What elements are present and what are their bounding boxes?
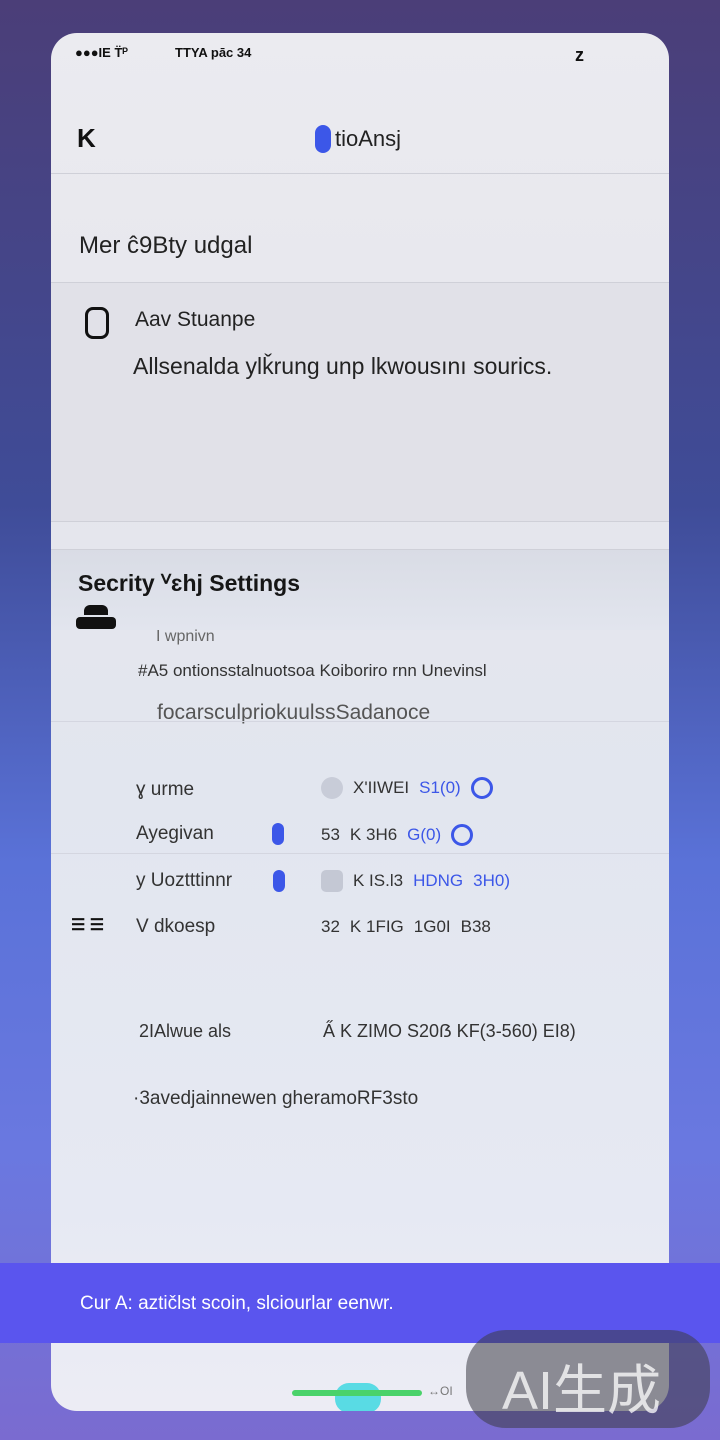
status-bar: ●●●IE T̈ᴾ TTYA pāc 34 z: [51, 33, 669, 73]
app-icon: [321, 870, 343, 892]
section-header-label: Mer ĉ9Βty udgal: [79, 232, 253, 259]
permission-value: 32: [321, 917, 340, 936]
page-title: tioAnsj: [315, 125, 401, 153]
toggle-dot-icon[interactable]: [273, 870, 285, 892]
zero-icon: [85, 307, 109, 339]
navigation-bar: K tioAnsj: [51, 73, 669, 174]
permission-values[interactable]: 32 K 1FIG 1G0I B38: [321, 917, 491, 937]
permission-value: 1G0I: [413, 917, 451, 936]
info-card-description: Allsenalda ylǩrung unp lkwousını sourics…: [133, 353, 553, 379]
lock-icon: [76, 605, 116, 633]
avatar-icon: [321, 777, 343, 799]
home-indicator[interactable]: [292, 1390, 422, 1396]
permission-label: y Uoztttinnr: [136, 870, 233, 891]
info-card[interactable]: Aav Stuanpe Allsenalda ylǩrung unp lkwou…: [51, 283, 669, 522]
home-indicator-suffix: ↔OI: [428, 1384, 453, 1398]
permission-values[interactable]: 53 K 3H6 G(0): [321, 824, 474, 846]
permission-value: G(0): [407, 825, 442, 844]
summary-label: 2IAlwue als: [139, 1021, 232, 1041]
permission-label: Ayegivan: [136, 823, 214, 844]
phone-screen: ●●●IE T̈ᴾ TTYA pāc 34 z K tioAnsj Mer ĉ9…: [51, 33, 669, 1411]
divider: [51, 721, 669, 722]
watermark-badge: AI生成: [466, 1330, 710, 1428]
permission-value: S1(0): [419, 778, 461, 797]
section-header: Mer ĉ9Βty udgal: [51, 174, 669, 283]
fingerprint-icon[interactable]: [451, 824, 474, 846]
page-title-text: tioAnsj: [335, 126, 402, 151]
status-time: z: [575, 45, 584, 65]
security-small-label: I wpnivn: [156, 628, 215, 645]
security-line-1: #A5 ontionsstalnuotsoa Koiboriro rnn Une…: [138, 661, 487, 680]
home-knob-icon: [335, 1383, 381, 1411]
permission-value: HDNG: [413, 871, 464, 890]
toggle-dot-icon[interactable]: [272, 823, 284, 845]
permission-value: 53: [321, 825, 340, 844]
permission-value: 3H0): [473, 871, 511, 890]
permission-value: K 3H6: [349, 825, 398, 844]
footnote: ·3avedjainnewen gheramoRF3sto: [133, 1088, 419, 1109]
permission-value: B38: [460, 917, 491, 936]
watermark-text: AI生成: [502, 1361, 662, 1421]
back-button[interactable]: K: [77, 123, 96, 154]
permission-label: ɣ urme: [136, 779, 195, 800]
permission-value: K 1FIG: [349, 917, 404, 936]
security-settings-title: Secrity ⱽɛhj Settings: [78, 570, 301, 596]
summary-values: A̋ K ZIMO S20ẞ KF(3-560) EI8): [323, 1021, 576, 1041]
permission-values[interactable]: K IS.l3 HDNG 3H0): [321, 870, 510, 892]
dash-lines-icon: ☰ ☰: [71, 917, 105, 934]
toast-banner-text: Cur A: aztičlst scoin, slciourlar eenwr.: [80, 1293, 394, 1314]
permission-value: X'IIWEI: [353, 778, 410, 797]
permission-values[interactable]: X'IIWEI S1(0): [321, 777, 493, 799]
divider: [51, 853, 669, 854]
status-signal: ●●●IE T̈ᴾ: [75, 45, 128, 60]
brand-dot-icon: [315, 125, 331, 153]
at-sign-icon[interactable]: [470, 777, 493, 799]
status-carrier: TTYA pāc 34: [175, 45, 252, 60]
info-card-title: Aav Stuanpe: [135, 308, 256, 331]
permission-label: V dkoesp: [136, 916, 216, 937]
permission-value: K IS.l3: [353, 871, 404, 890]
